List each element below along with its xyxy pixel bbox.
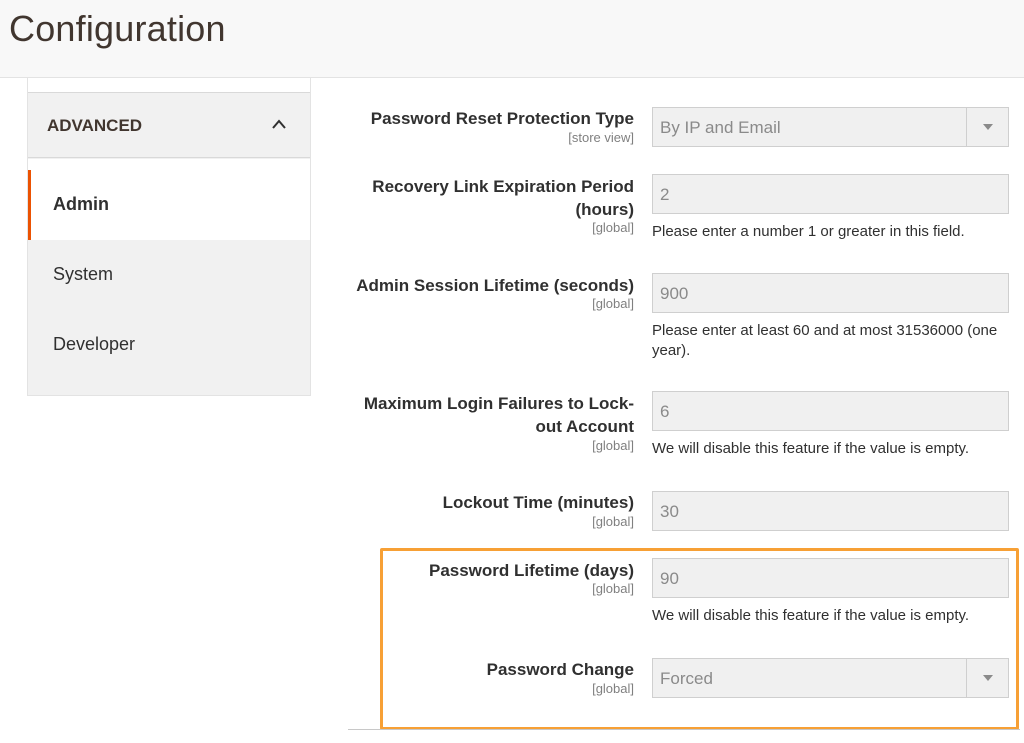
input-value: 6 [660,402,670,421]
sidebar-item-label: Admin [53,194,109,214]
label-admin-session-lifetime: Admin Session Lifetime (seconds) [356,276,634,295]
sidebar-section-advanced[interactable]: ADVANCED [28,94,310,158]
field-note-continued: year). [652,342,691,359]
label-max-login-failures: Maximum Login Failures to Lock- [363,394,634,413]
sidebar-item-developer[interactable]: Developer [28,310,310,380]
password-lifetime-input[interactable]: 90 [652,558,1009,598]
field-note: Please enter at least 60 and at most 315… [652,322,998,339]
label-max-login-failures-cont: out Account [535,417,634,436]
page-header: Configuration [0,0,1024,78]
password-change-select[interactable]: Forced [652,658,1009,698]
chevron-up-icon [272,119,286,129]
max-login-failures-input[interactable]: 6 [652,391,1009,431]
select-value: Forced [660,669,713,688]
sidebar-item-label: System [53,264,114,284]
label-password-lifetime: Password Lifetime (days) [428,561,634,580]
scope-label: [global] [592,438,634,453]
sidebar-item-system[interactable]: System [28,240,310,310]
field-note: We will disable this feature if the valu… [652,607,970,624]
label-password-reset-protection-type: Password Reset Protection Type [370,109,634,128]
scope-label: [global] [592,681,634,696]
field-note: We will disable this feature if the valu… [652,440,970,457]
input-value: 90 [660,569,679,588]
label-recovery-link-expiration-unit: (hours) [575,200,634,219]
config-sidebar: ADVANCED Admin System Developer [27,78,311,396]
label-recovery-link-expiration: Recovery Link Expiration Period [372,177,634,196]
lockout-time-input[interactable]: 30 [652,491,1009,531]
recovery-link-expiration-input[interactable]: 2 [652,174,1009,214]
divider [348,729,1020,730]
input-value: 900 [660,284,689,303]
scope-label: [global] [592,514,634,529]
page-title: Configuration [9,8,226,49]
select-arrow[interactable] [966,659,1008,697]
caret-down-icon [983,124,993,130]
label-lockout-time: Lockout Time (minutes) [442,493,634,512]
input-value: 30 [660,502,679,521]
sidebar-divider [28,78,310,93]
select-arrow[interactable] [966,108,1008,146]
password-reset-protection-select[interactable]: By IP and Email [652,107,1009,147]
admin-session-lifetime-input[interactable]: 900 [652,273,1009,313]
sidebar-item-label: Developer [53,334,136,354]
caret-down-icon [983,675,993,681]
sidebar-item-admin[interactable]: Admin [28,170,310,240]
select-value: By IP and Email [660,118,781,137]
scope-label: [store view] [568,130,634,145]
scope-label: [global] [592,220,634,235]
scope-label: [global] [592,581,634,596]
scope-label: [global] [592,296,634,311]
label-password-change: Password Change [486,660,634,679]
input-value: 2 [660,185,670,204]
sidebar-section-title: ADVANCED [47,116,143,135]
field-note: Please enter a number 1 or greater in th… [652,223,965,240]
